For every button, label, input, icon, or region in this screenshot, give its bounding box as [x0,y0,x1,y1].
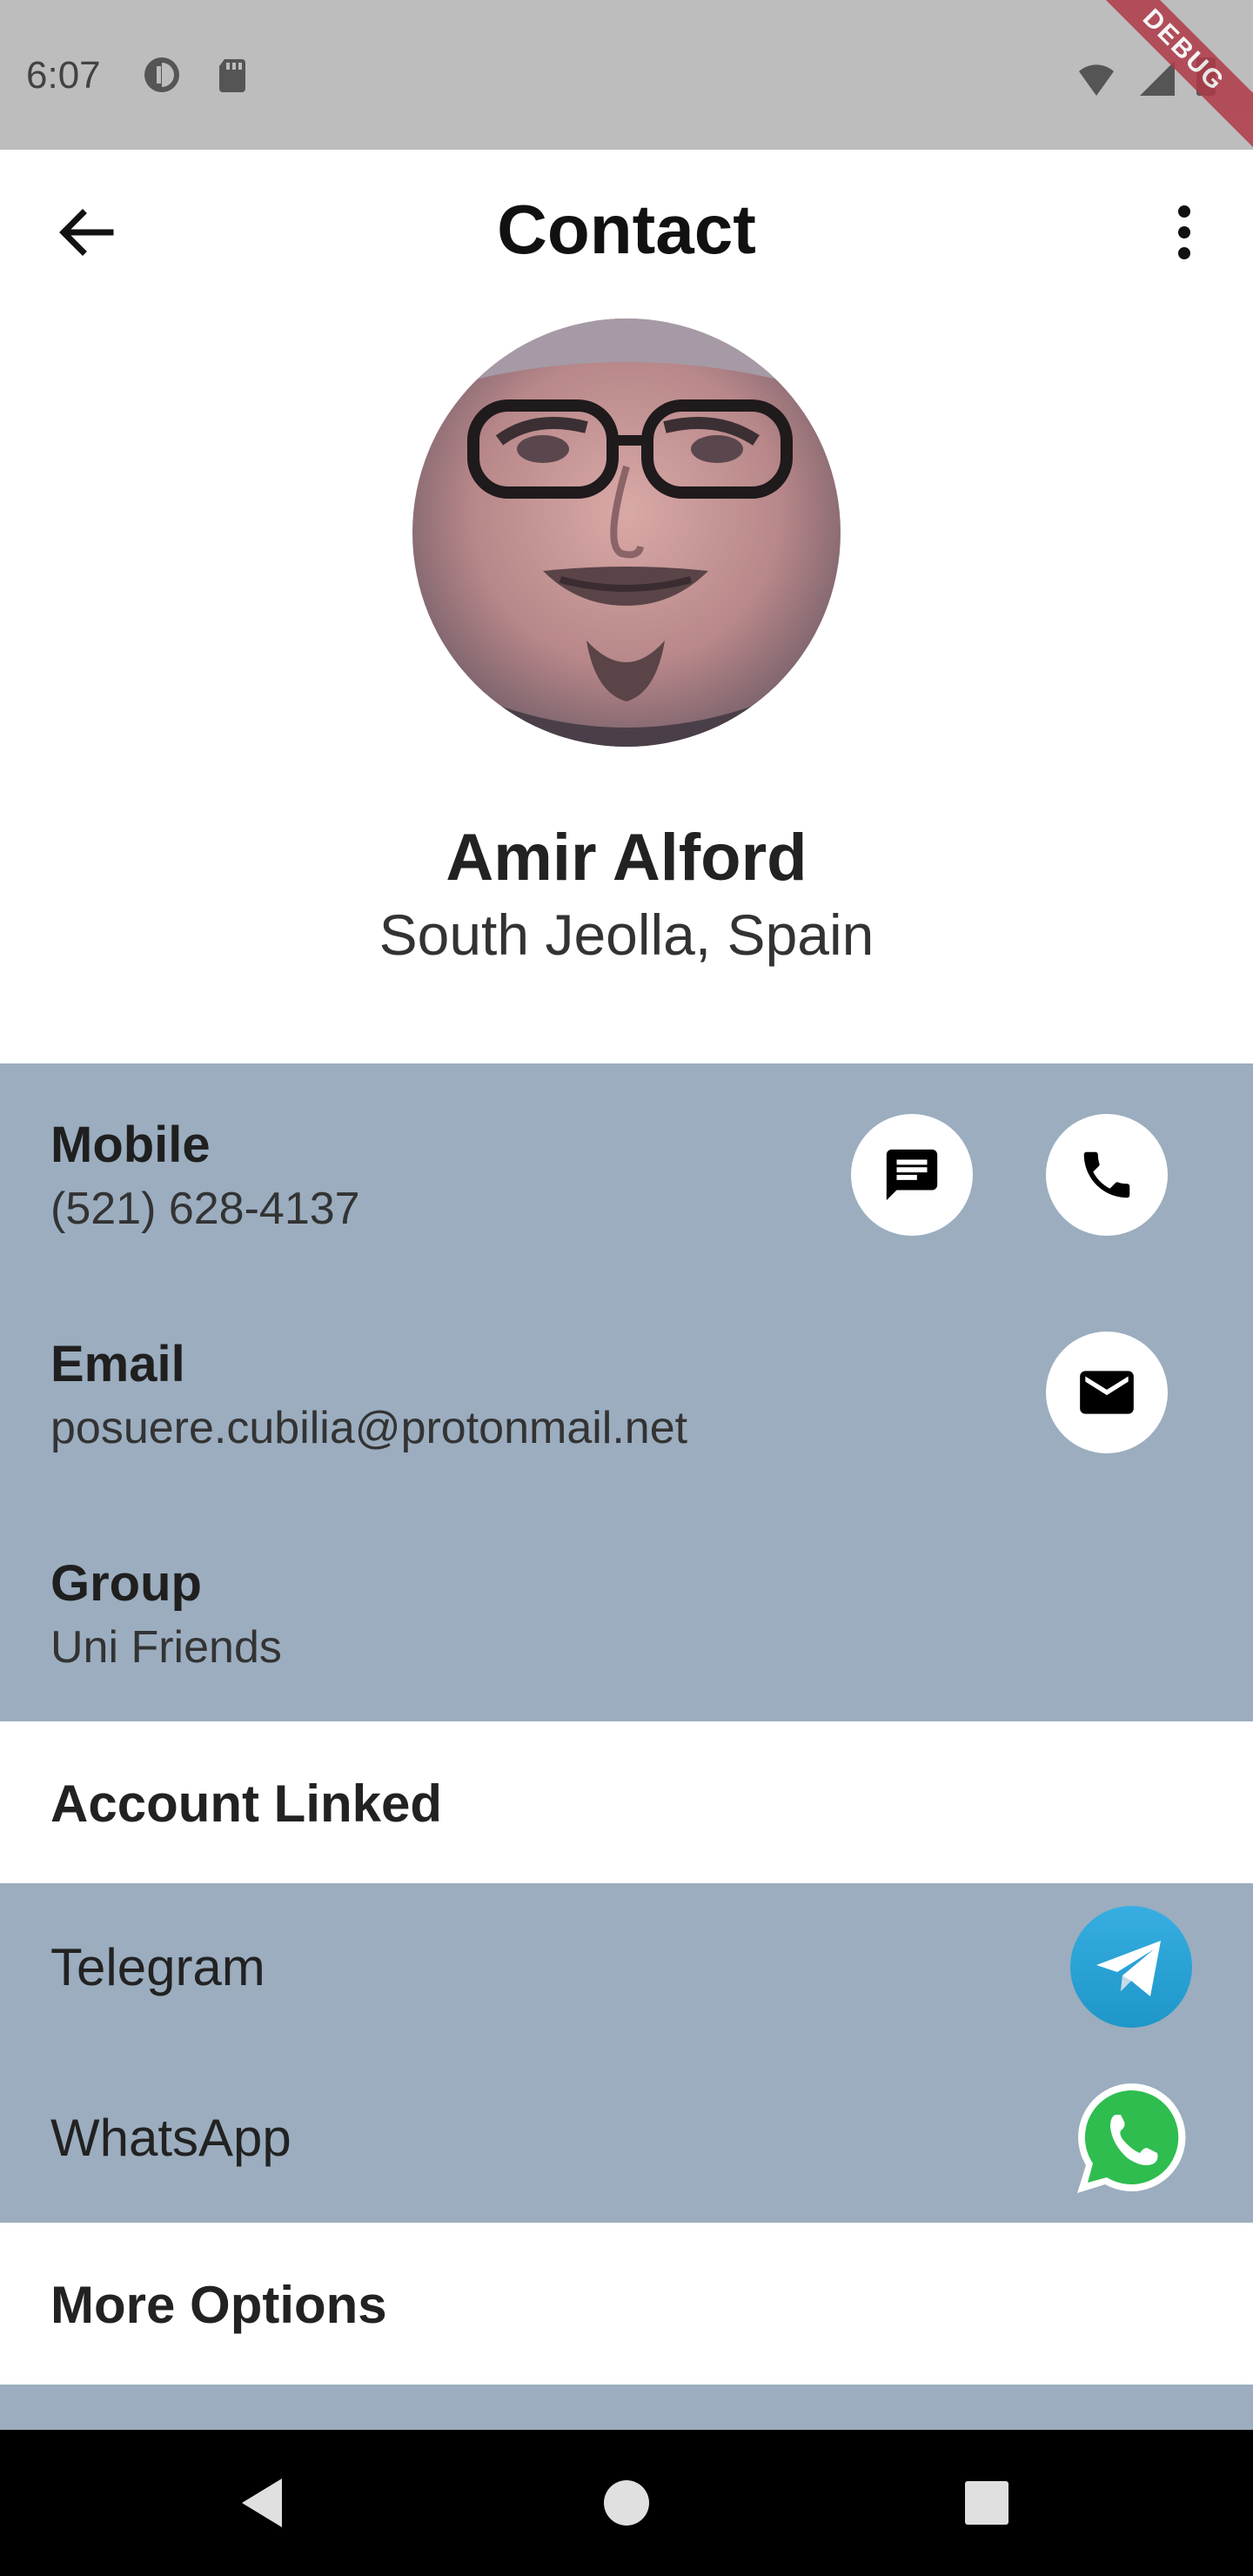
more-options-header: More Options [0,2223,1253,2385]
mobile-value: (521) 628-4137 [50,1184,360,1234]
more-options-button[interactable] [1145,193,1223,272]
group-label: Group [50,1555,202,1612]
email-label: Email [50,1336,185,1392]
more-options-section [0,2385,1253,2430]
message-button[interactable] [851,1114,973,1236]
contact-photo [412,319,841,747]
whatsapp-label: WhatsApp [50,2109,291,2167]
whatsapp-icon[interactable] [1070,2076,1192,2198]
email-button[interactable] [1046,1332,1168,1453]
nav-recents-icon [965,2481,1008,2525]
account-linked-header: Account Linked [0,1721,1253,1883]
contact-location: South Jeolla, Spain [379,902,874,967]
group-value: Uni Friends [50,1622,282,1673]
notification-app-icon [144,57,179,92]
app-bar: Contact [0,150,1253,320]
email-value: posuere.cubilia@protonmail.net [50,1403,688,1453]
signal-icon [1140,61,1175,96]
group-row: Group Uni Friends [50,1554,282,1674]
telegram-icon[interactable] [1070,1906,1192,2028]
more-options-title: More Options [50,2276,387,2334]
mail-icon [1080,1371,1134,1414]
phone-icon [1083,1151,1130,1198]
message-icon [886,1149,938,1201]
avatar [412,319,841,747]
nav-recents-button[interactable] [952,2468,1022,2538]
nav-home-icon [604,2480,649,2526]
more-vert-icon [1178,205,1190,259]
call-button[interactable] [1046,1114,1168,1236]
contact-details-section: Mobile (521) 628-4137 Email posuere.cubi… [0,1063,1253,1721]
status-bar: 6:07 DEBUG [0,0,1253,157]
telegram-label: Telegram [50,1938,265,1996]
account-linked-title: Account Linked [50,1774,443,1833]
nav-back-icon [242,2479,282,2527]
contact-name: Amir Alford [446,821,807,895]
mobile-label: Mobile [50,1117,211,1173]
mobile-row: Mobile (521) 628-4137 [50,1116,360,1235]
nav-home-button[interactable] [592,2468,661,2538]
email-row: Email posuere.cubilia@protonmail.net [50,1335,687,1454]
wifi-icon [1079,64,1114,96]
system-navigation-bar [0,2430,1253,2576]
page-title: Contact [497,191,756,268]
linked-accounts-section: Telegram WhatsApp [0,1883,1253,2223]
nav-back-button[interactable] [228,2468,298,2538]
status-time: 6:07 [26,54,101,97]
sd-card-icon [219,59,245,92]
